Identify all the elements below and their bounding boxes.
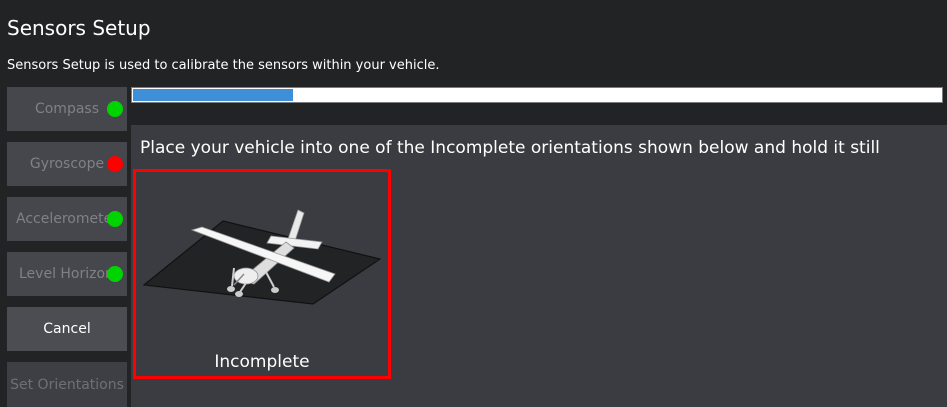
orientation-status-label: Incomplete (214, 352, 310, 372)
calibration-progress-fill (133, 89, 293, 101)
status-error-icon (107, 156, 123, 172)
sidebar-item-accelerometer[interactable]: Accelerometer (7, 197, 127, 241)
orientation-card: Incomplete (133, 169, 391, 379)
page-title: Sensors Setup (7, 16, 151, 40)
sidebar-item-compass[interactable]: Compass (7, 87, 127, 131)
sidebar-item-gyroscope[interactable]: Gyroscope (7, 142, 127, 186)
status-complete-icon (107, 101, 123, 117)
cancel-button[interactable]: Cancel (7, 307, 127, 351)
cancel-button-label: Cancel (43, 321, 91, 337)
set-orientations-button[interactable]: Set Orientations (7, 362, 127, 407)
status-complete-icon (107, 211, 123, 227)
status-complete-icon (107, 266, 123, 282)
calibration-progress-bar (131, 87, 943, 103)
sidebar-item-level-horizon[interactable]: Level Horizon (7, 252, 127, 296)
calibration-instruction: Place your vehicle into one of the Incom… (140, 138, 880, 158)
page-description: Sensors Setup is used to calibrate the s… (7, 58, 440, 73)
set-orientations-label: Set Orientations (10, 376, 124, 393)
airplane-icon (142, 209, 382, 305)
